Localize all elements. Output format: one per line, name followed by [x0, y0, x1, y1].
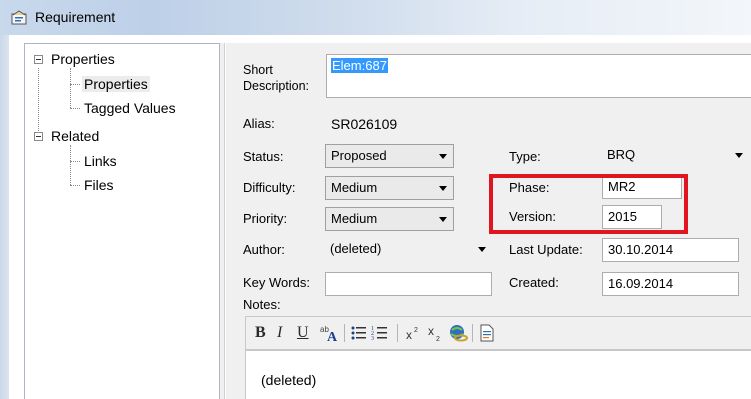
panel-splitter[interactable]	[220, 43, 225, 399]
alias-field[interactable]: SR026109	[331, 116, 397, 132]
short-description-label-line1: Short	[243, 63, 273, 77]
svg-text:x: x	[406, 328, 412, 342]
italic-button[interactable]: I	[277, 323, 282, 343]
tree-item-properties[interactable]: Properties	[82, 76, 150, 92]
author-label: Author:	[243, 242, 285, 257]
status-label: Status:	[243, 149, 284, 164]
navigation-tree: Properties Properties Tagged Values Rela…	[24, 43, 220, 399]
last-update-field[interactable]: 30.10.2014	[602, 238, 739, 262]
status-select[interactable]: Proposed	[325, 144, 454, 168]
collapse-icon[interactable]	[34, 132, 43, 141]
insert-document-icon[interactable]	[479, 323, 495, 343]
tree-item-related-group[interactable]: Related	[51, 128, 99, 144]
author-value: (deleted)	[330, 241, 382, 256]
notes-label: Notes:	[243, 297, 281, 312]
subscript-icon[interactable]: x 2	[427, 323, 445, 343]
status-value: Proposed	[331, 148, 387, 163]
bold-button[interactable]: B	[255, 323, 266, 343]
bullet-list-icon[interactable]	[350, 323, 368, 343]
chevron-down-icon	[439, 217, 447, 222]
key-words-field[interactable]	[325, 272, 492, 296]
notes-formatting-toolbar: B I U ab A 1 2 3 x 2 x 2	[245, 316, 751, 350]
tree-item-properties-group[interactable]: Properties	[51, 51, 115, 67]
priority-select[interactable]: Medium	[325, 207, 454, 231]
difficulty-value: Medium	[331, 180, 378, 195]
alias-label: Alias:	[243, 116, 275, 131]
chevron-down-icon	[439, 186, 447, 191]
key-words-label: Key Words:	[243, 275, 310, 290]
chevron-down-icon	[478, 247, 486, 252]
svg-text:3: 3	[371, 336, 374, 342]
short-description-label-line2: Description:	[243, 79, 309, 93]
window-titlebar[interactable]: Requirement	[0, 0, 751, 35]
svg-text:2: 2	[436, 336, 440, 343]
collapse-icon[interactable]	[34, 55, 43, 64]
priority-value: Medium	[331, 211, 378, 226]
text-color-icon[interactable]: ab A	[319, 323, 341, 343]
numbered-list-icon[interactable]: 1 2 3	[371, 323, 389, 343]
author-select[interactable]: (deleted)	[330, 238, 490, 260]
tree-item-links[interactable]: Links	[84, 153, 117, 169]
priority-label: Priority:	[243, 211, 288, 226]
superscript-icon[interactable]: x 2	[405, 323, 423, 343]
created-field[interactable]: 16.09.2014	[602, 272, 739, 296]
requirement-icon	[11, 10, 27, 25]
created-label: Created:	[509, 275, 559, 290]
type-value: BRQ	[607, 147, 636, 162]
hyperlink-icon[interactable]	[448, 323, 468, 343]
last-update-label: Last Update:	[509, 242, 583, 257]
highlight-box	[489, 174, 688, 234]
chevron-down-icon	[439, 154, 447, 159]
tree-item-tagged-values[interactable]: Tagged Values	[84, 100, 176, 116]
tree-item-files[interactable]: Files	[84, 177, 114, 193]
svg-text:A: A	[327, 330, 338, 343]
window-frame	[0, 35, 9, 399]
difficulty-label: Difficulty:	[243, 180, 296, 195]
short-description-value: Elem:687	[331, 58, 388, 73]
window-title: Requirement	[35, 9, 116, 25]
underline-button[interactable]: U	[297, 323, 309, 343]
type-label: Type:	[509, 149, 541, 164]
short-description-field[interactable]: Elem:687	[326, 54, 751, 98]
svg-text:2: 2	[414, 327, 418, 334]
svg-text:x: x	[428, 324, 434, 338]
type-select[interactable]: BRQ	[607, 144, 747, 166]
difficulty-select[interactable]: Medium	[325, 176, 454, 200]
notes-text: (deleted)	[261, 372, 317, 388]
chevron-down-icon	[735, 153, 743, 158]
notes-editor[interactable]: (deleted)	[245, 350, 751, 399]
